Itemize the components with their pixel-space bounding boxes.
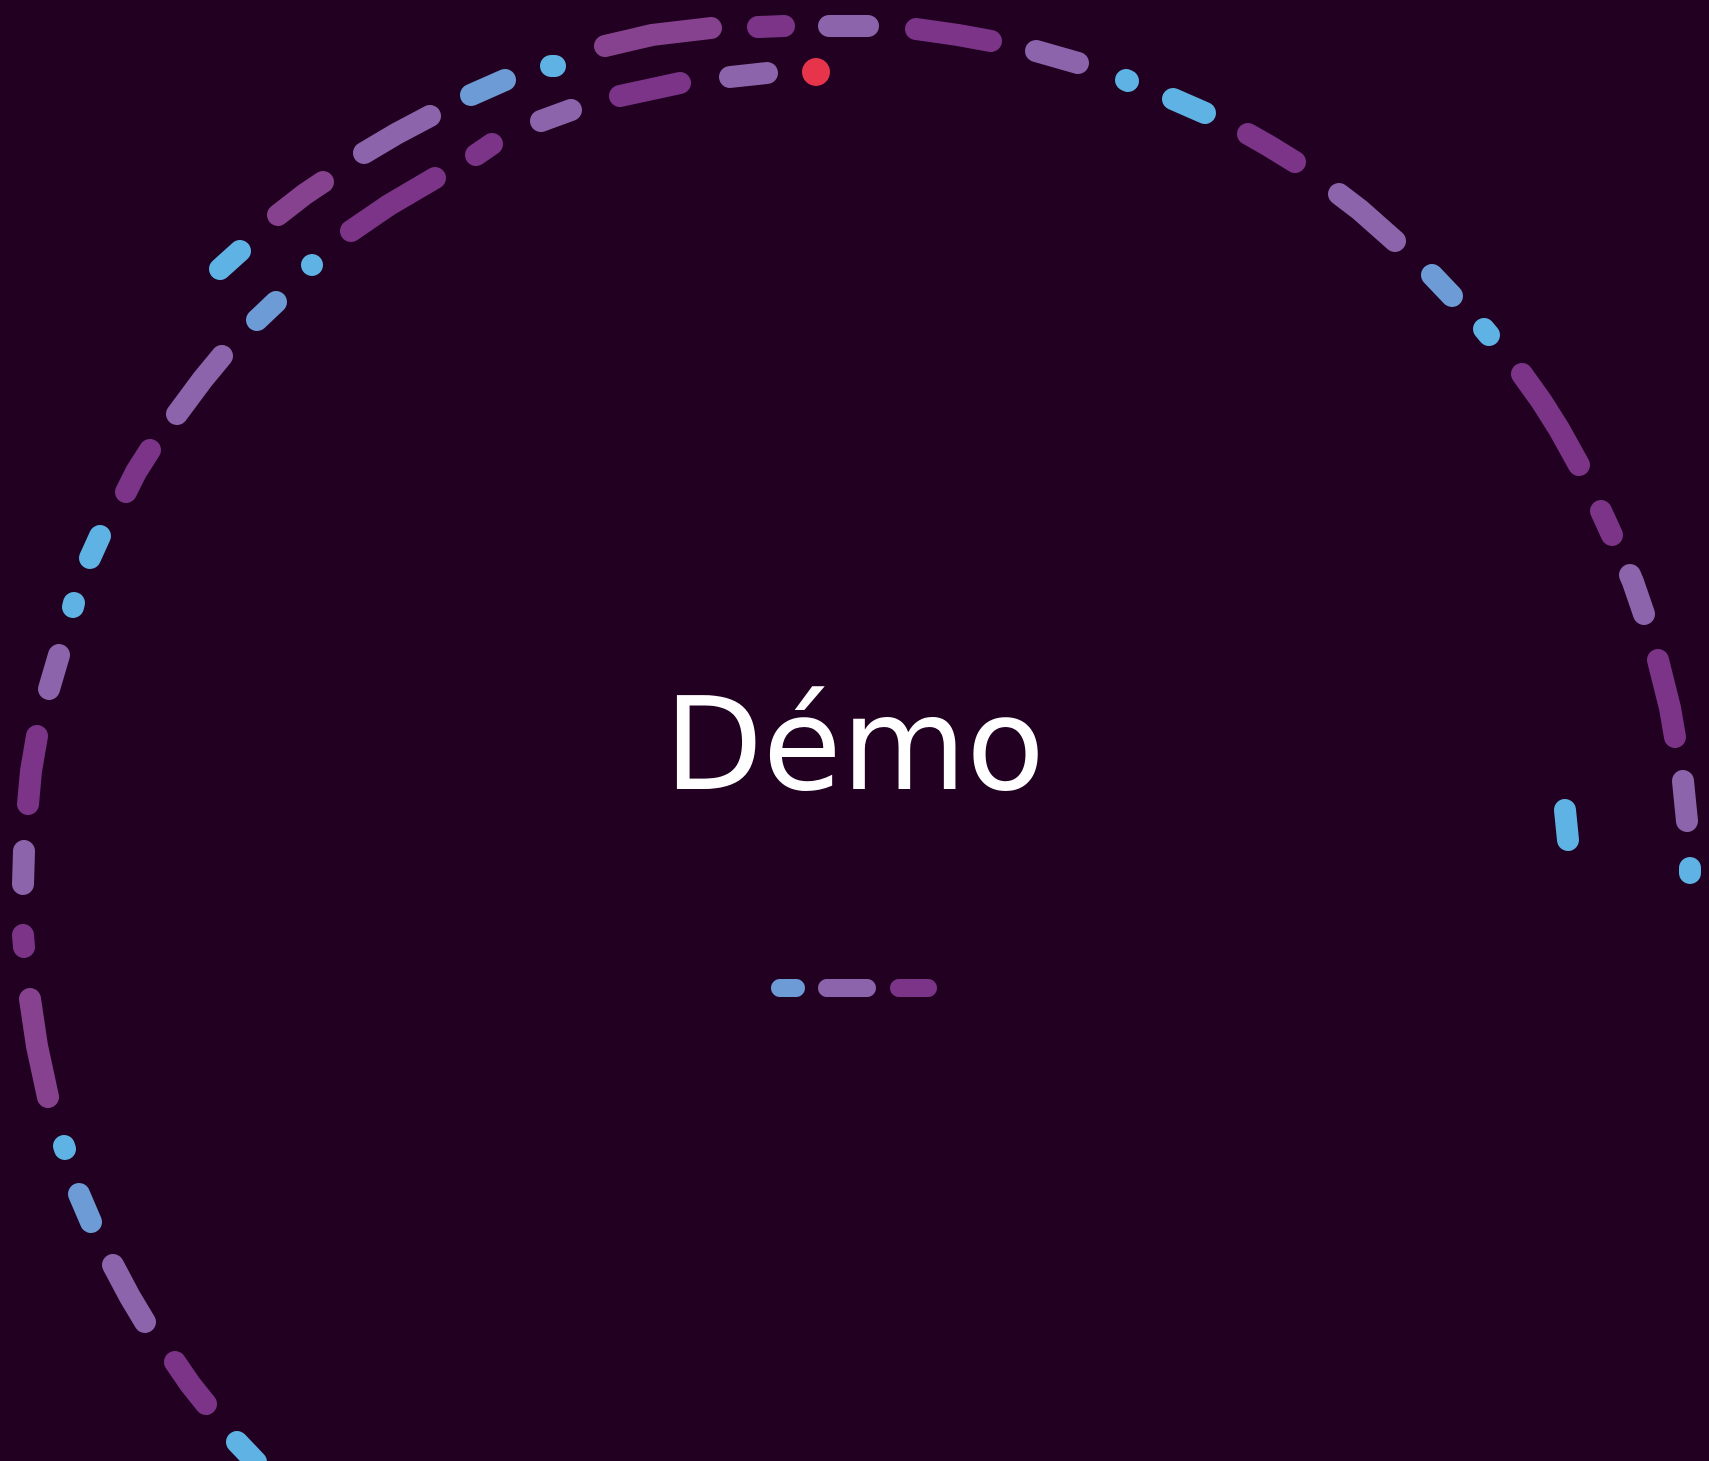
arc-dash xyxy=(19,988,59,1108)
arc-dash xyxy=(246,291,287,331)
arc-dash xyxy=(267,171,334,226)
arc-dash xyxy=(594,17,722,57)
arc-dash xyxy=(1328,183,1406,252)
arc-dash xyxy=(1162,88,1216,124)
arc-dash xyxy=(68,1183,102,1233)
arc-dash xyxy=(1025,40,1089,74)
arc-dash xyxy=(226,1431,267,1461)
indicator-segment-2 xyxy=(818,979,876,997)
arc-dash xyxy=(166,345,233,425)
arc-dash xyxy=(209,240,251,280)
status-dot xyxy=(802,58,830,86)
arc-dash xyxy=(460,69,516,106)
arc-dash xyxy=(719,62,778,88)
indicator-segment-3 xyxy=(890,979,937,997)
arc-dash xyxy=(62,592,85,618)
arc-dash xyxy=(1115,69,1139,92)
arc-dash xyxy=(1421,264,1463,307)
arc-dash xyxy=(905,18,1002,52)
arc-dash xyxy=(609,72,691,107)
arc-dash xyxy=(747,15,795,38)
arc-dash xyxy=(1590,500,1623,546)
arc-dash xyxy=(12,840,35,895)
arc-dash xyxy=(340,167,446,242)
arc-dash xyxy=(1473,318,1500,346)
indicator-segment-1 xyxy=(771,979,805,997)
arc-dash xyxy=(1237,123,1306,173)
arc-dash xyxy=(12,924,35,958)
arc-dash xyxy=(1554,799,1579,851)
arc-dash xyxy=(465,133,503,166)
arc-dash xyxy=(353,105,441,164)
arc-dash xyxy=(79,525,111,569)
arc-dash xyxy=(164,1351,217,1415)
splash-title: Démo xyxy=(664,671,1045,820)
arc-dash xyxy=(102,1254,156,1333)
arc-dash xyxy=(530,99,582,132)
arc-dash xyxy=(53,1135,76,1160)
splash-screen: Démo xyxy=(0,0,1709,1461)
arc-dash xyxy=(115,439,161,503)
arc-dash xyxy=(1619,564,1655,625)
arc-dash xyxy=(1511,363,1590,476)
